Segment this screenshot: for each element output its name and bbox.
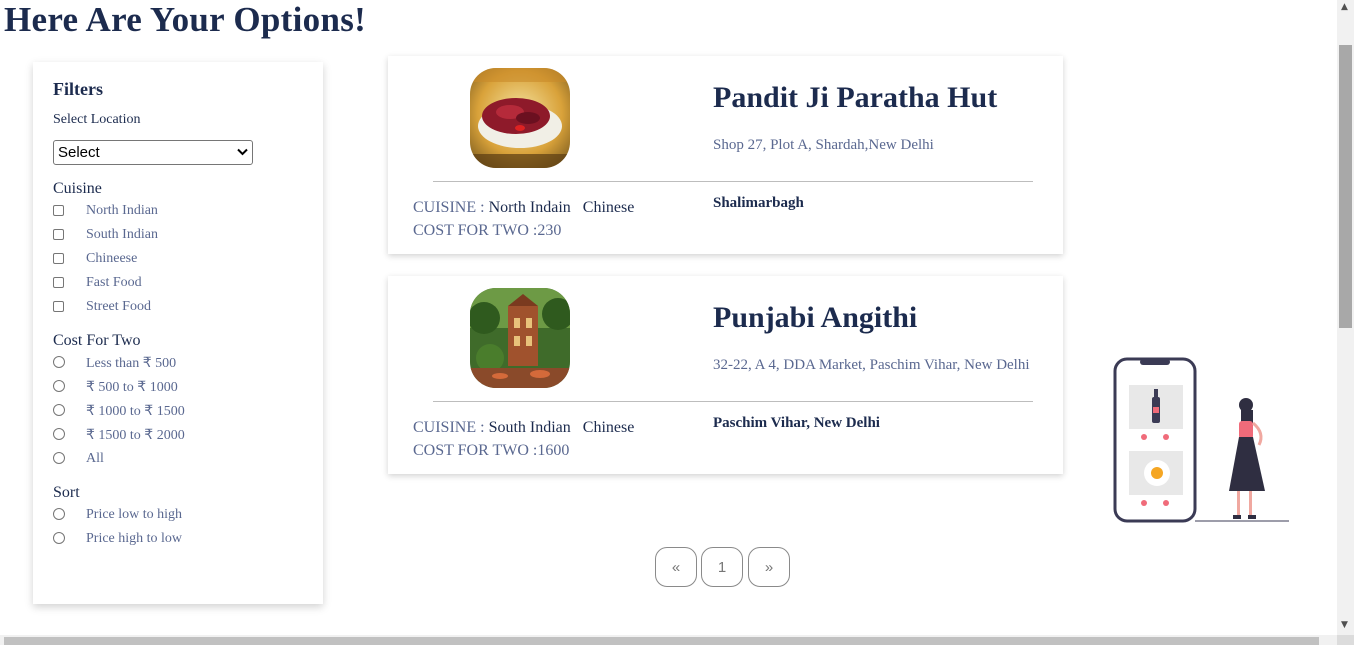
cost-option-label: All [86, 451, 104, 466]
card-divider [433, 181, 1033, 182]
checkbox[interactable] [53, 276, 64, 288]
cost-label: COST FOR TWO : [413, 222, 538, 239]
location-select[interactable]: Select [53, 140, 253, 165]
restaurant-card[interactable]: Pandit Ji Paratha Hut Shop 27, Plot A, S… [388, 56, 1063, 254]
food-app-illustration [1105, 355, 1295, 532]
restaurant-image[interactable] [470, 68, 570, 168]
pagination-page-button[interactable]: 1 [701, 547, 743, 587]
cost-option-all[interactable]: All [53, 450, 104, 466]
cuisine-option-label: North Indian [86, 203, 158, 218]
checkbox[interactable] [53, 228, 64, 240]
cuisine-option-fast-food[interactable]: Fast Food [53, 274, 142, 290]
sort-option-label: Price high to low [86, 531, 183, 546]
horizontal-scroll-thumb[interactable] [4, 637, 1319, 645]
cost-option-under-500[interactable]: Less than ₹ 500 [53, 354, 176, 371]
cuisine-value: South Indian Chinese [488, 419, 635, 436]
restaurant-image[interactable] [470, 288, 570, 388]
sort-option-high-low[interactable]: Price high to low [53, 530, 182, 546]
scrollbar-corner [1337, 635, 1354, 645]
horizontal-scrollbar[interactable] [0, 635, 1337, 645]
restaurant-card[interactable]: Punjabi Angithi 32-22, A 4, DDA Market, … [388, 276, 1063, 474]
cost-value: 230 [537, 222, 562, 239]
vertical-scrollbar[interactable]: ▲ ▼ [1337, 0, 1354, 635]
pagination-prev-button[interactable]: « [655, 547, 697, 587]
cost-row: COST FOR TWO :1600 [413, 442, 569, 460]
cost-value: 1600 [537, 442, 570, 459]
checkbox[interactable] [53, 252, 64, 264]
page-title: Here Are Your Options! [4, 0, 367, 39]
card-divider [433, 401, 1033, 402]
cost-title: Cost For Two [53, 332, 141, 349]
cuisine-row: CUISINE : North Indain Chinese [413, 199, 634, 217]
radio-button[interactable] [53, 380, 65, 392]
restaurant-name[interactable]: Punjabi Angithi [713, 301, 917, 335]
restaurant-address: Shop 27, Plot A, Shardah,New Delhi [713, 137, 934, 153]
checkbox[interactable] [53, 300, 64, 312]
pagination-next-button[interactable]: » [748, 547, 790, 587]
cost-label: COST FOR TWO : [413, 442, 538, 459]
cuisine-option-label: Chineese [86, 251, 138, 266]
cuisine-option-chineese[interactable]: Chineese [53, 250, 137, 266]
cost-row: COST FOR TWO :230 [413, 222, 561, 240]
radio-button[interactable] [53, 428, 65, 440]
cuisine-option-north-indian[interactable]: North Indian [53, 202, 158, 218]
radio-button[interactable] [53, 356, 65, 368]
sort-option-low-high[interactable]: Price low to high [53, 506, 182, 522]
cost-option-label: ₹ 500 to ₹ 1000 [86, 380, 178, 395]
sort-option-label: Price low to high [86, 507, 183, 522]
filters-heading: Filters [53, 79, 103, 99]
cost-option-label: ₹ 1000 to ₹ 1500 [86, 404, 185, 419]
scroll-down-icon[interactable]: ▼ [1341, 620, 1348, 630]
cuisine-value: North Indain Chinese [488, 199, 635, 216]
radio-button[interactable] [53, 532, 65, 544]
radio-button[interactable] [53, 452, 65, 464]
restaurant-locality: Shalimarbagh [713, 195, 804, 211]
cuisine-option-label: South Indian [86, 227, 158, 242]
cuisine-label: CUISINE : [413, 419, 489, 436]
cuisine-option-street-food[interactable]: Street Food [53, 298, 151, 314]
restaurant-name[interactable]: Pandit Ji Paratha Hut [713, 81, 997, 115]
checkbox[interactable] [53, 204, 64, 216]
cost-option-1000-1500[interactable]: ₹ 1000 to ₹ 1500 [53, 402, 185, 419]
restaurant-address: 32-22, A 4, DDA Market, Paschim Vihar, N… [713, 357, 1030, 373]
cost-option-500-1000[interactable]: ₹ 500 to ₹ 1000 [53, 378, 178, 395]
scroll-up-icon[interactable]: ▲ [1341, 2, 1348, 12]
cost-option-label: Less than ₹ 500 [86, 356, 177, 371]
cost-option-label: ₹ 1500 to ₹ 2000 [86, 428, 185, 443]
cuisine-row: CUISINE : South Indian Chinese [413, 419, 634, 437]
filters-panel: Filters Select Location Select Cuisine N… [33, 62, 323, 604]
radio-button[interactable] [53, 508, 65, 520]
radio-button[interactable] [53, 404, 65, 416]
location-label: Select Location [53, 112, 141, 127]
vertical-scroll-thumb[interactable] [1339, 45, 1352, 328]
sort-title: Sort [53, 484, 80, 501]
restaurant-locality: Paschim Vihar, New Delhi [713, 415, 880, 431]
cuisine-option-label: Street Food [86, 299, 151, 314]
cuisine-label: CUISINE : [413, 199, 489, 216]
location-select-value: Select [58, 144, 100, 161]
chevron-down-icon [237, 147, 248, 159]
cuisine-title: Cuisine [53, 180, 102, 197]
cuisine-option-label: Fast Food [86, 275, 142, 290]
cuisine-option-south-indian[interactable]: South Indian [53, 226, 158, 242]
cost-option-1500-2000[interactable]: ₹ 1500 to ₹ 2000 [53, 426, 185, 443]
